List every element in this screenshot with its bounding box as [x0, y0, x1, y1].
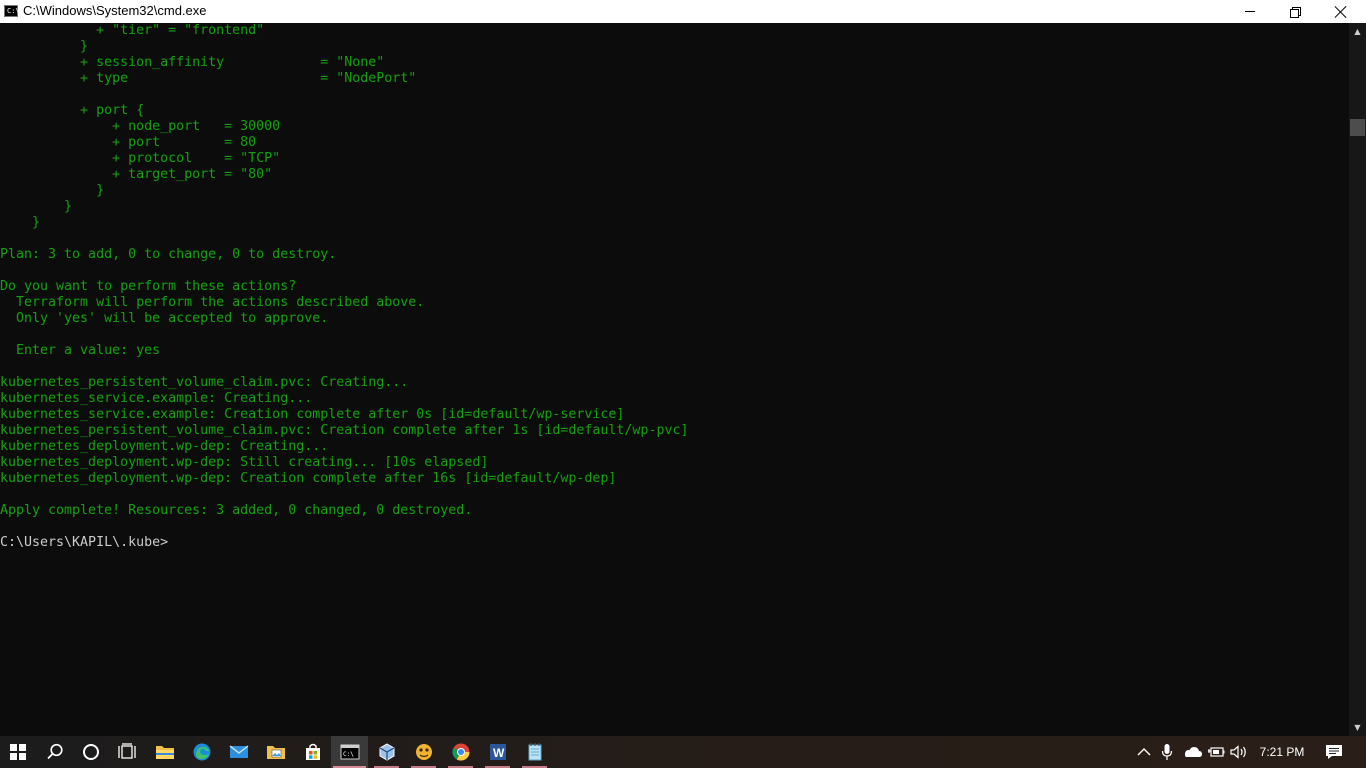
console-line: }	[0, 215, 41, 230]
word-icon: W	[489, 744, 506, 760]
console-line: kubernetes_deployment.wp-dep: Still crea…	[0, 455, 489, 470]
virtualbox-app[interactable]	[368, 736, 405, 768]
speaker-icon	[1230, 745, 1246, 759]
task-view-button[interactable]	[108, 736, 145, 768]
cmd-app[interactable]: C:\	[331, 736, 368, 768]
console-line: kubernetes_persistent_volume_claim.pvc: …	[0, 375, 409, 390]
console-line: Terraform will perform the actions descr…	[0, 295, 425, 310]
start-button[interactable]	[0, 736, 36, 768]
close-icon	[1335, 6, 1347, 18]
console-line: Enter a value: yes	[0, 343, 161, 358]
command-prompt-icon: C:\	[340, 744, 359, 760]
action-center-button[interactable]	[1320, 736, 1348, 768]
notepad-icon	[528, 743, 541, 761]
folder-icon	[155, 746, 174, 759]
command-prompt[interactable]: C:\Users\KAPIL\.kube>	[0, 535, 168, 551]
scroll-up-arrow-icon[interactable]: ▲	[1349, 23, 1366, 40]
clock[interactable]: 7:21 PM	[1258, 736, 1306, 768]
title-bar[interactable]: C:\ C:\Windows\System32\cmd.exe	[0, 0, 1366, 23]
chevron-up-icon	[1137, 748, 1151, 756]
edge-icon	[193, 743, 210, 761]
scroll-down-arrow-icon[interactable]: ▼	[1349, 719, 1366, 736]
cortana-ring-icon	[82, 744, 99, 760]
volume-button[interactable]	[1228, 736, 1250, 768]
console-line: }	[0, 199, 73, 214]
console-line: }	[0, 183, 105, 198]
store-bag-icon	[305, 743, 320, 760]
word-app[interactable]: W	[479, 736, 516, 768]
chrome-app[interactable]	[442, 736, 479, 768]
file-explorer-app[interactable]	[146, 736, 183, 768]
cortana-button[interactable]	[72, 736, 109, 768]
console-line: + port {	[0, 103, 145, 118]
chrome-icon	[452, 743, 469, 761]
mail-icon	[229, 745, 248, 758]
console-line: kubernetes_persistent_volume_claim.pvc: …	[0, 423, 689, 438]
cloud-icon	[1185, 747, 1202, 757]
window-title: C:\Windows\System32\cmd.exe	[23, 3, 207, 18]
photo-app[interactable]	[257, 736, 294, 768]
cmd-app-icon: C:\	[4, 5, 20, 17]
onedrive-button[interactable]	[1180, 736, 1204, 768]
battery-button[interactable]	[1206, 736, 1226, 768]
vertical-scrollbar[interactable]: ▲ ▼	[1349, 23, 1366, 736]
console-line: + node_port = 30000	[0, 119, 281, 134]
battery-plug-icon	[1208, 747, 1225, 757]
microphone-button[interactable]	[1158, 736, 1176, 768]
windows-logo-icon	[10, 744, 26, 760]
console-line: + session_affinity = "None"	[0, 55, 385, 70]
search-button[interactable]	[36, 736, 73, 768]
notepad-app[interactable]	[516, 736, 553, 768]
mail-app[interactable]	[220, 736, 257, 768]
edge-app[interactable]	[183, 736, 220, 768]
console-line: kubernetes_service.example: Creating...	[0, 391, 313, 406]
console-output[interactable]: + "tier" = "frontend" } + session_affini…	[0, 23, 1349, 736]
console-line: }	[0, 39, 89, 54]
console-line: + target_port = "80"	[0, 167, 273, 182]
console-line: Only 'yes' will be accepted to approve.	[0, 311, 329, 326]
taskbar: C:\ W 7:21 PM	[0, 736, 1366, 768]
microphone-icon	[1161, 744, 1173, 760]
scroll-thumb[interactable]	[1350, 119, 1365, 136]
console-line: + port = 80	[0, 135, 257, 150]
game-app[interactable]	[405, 736, 442, 768]
close-button[interactable]	[1318, 0, 1364, 23]
console-line: Apply complete! Resources: 3 added, 0 ch…	[0, 503, 473, 518]
svg-text:W: W	[493, 746, 505, 760]
photo-folder-icon	[266, 746, 285, 759]
console-line: Plan: 3 to add, 0 to change, 0 to destro…	[0, 247, 337, 262]
store-app[interactable]	[294, 736, 331, 768]
show-hidden-icons-button[interactable]	[1134, 736, 1154, 768]
console-line: + "tier" = "frontend"	[0, 23, 265, 38]
console-line: Do you want to perform these actions?	[0, 279, 297, 294]
console-line: kubernetes_deployment.wp-dep: Creating..…	[0, 439, 329, 454]
notification-icon	[1326, 745, 1342, 759]
restore-icon	[1290, 6, 1301, 18]
task-view-icon	[117, 743, 136, 759]
minimize-icon	[1245, 11, 1255, 12]
console-line: kubernetes_deployment.wp-dep: Creation c…	[0, 471, 617, 486]
console-line: + protocol = "TCP"	[0, 151, 281, 166]
search-icon	[46, 743, 63, 760]
svg-text:C:\: C:\	[343, 751, 354, 758]
minimize-button[interactable]	[1227, 0, 1273, 23]
restore-button[interactable]	[1272, 0, 1318, 23]
character-icon	[415, 744, 432, 760]
console-line: + type = "NodePort"	[0, 71, 417, 86]
console-line: kubernetes_service.example: Creation com…	[0, 407, 625, 422]
cube-icon	[379, 743, 394, 761]
